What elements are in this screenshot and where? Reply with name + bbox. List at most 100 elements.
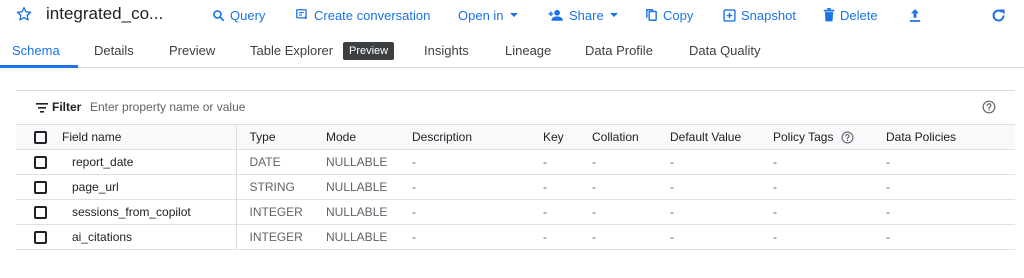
- policy-tags-cell: -: [760, 174, 873, 200]
- collation-cell: -: [579, 174, 657, 200]
- header-key[interactable]: Key: [530, 124, 579, 150]
- trash-icon: [823, 8, 835, 22]
- row-checkbox[interactable]: [34, 181, 47, 195]
- field-name-cell[interactable]: sessions_from_copilot: [62, 199, 237, 225]
- snapshot-button[interactable]: Snapshot: [723, 5, 796, 25]
- row-checkbox-cell: [16, 224, 62, 250]
- table-row: sessions_from_copilot INTEGER NULLABLE -…: [16, 199, 1015, 225]
- copy-button[interactable]: Copy: [645, 5, 693, 25]
- header-mode[interactable]: Mode: [313, 124, 399, 150]
- header-policy-tags-cell: Policy Tags: [760, 124, 873, 150]
- row-checkbox-cell: [16, 174, 62, 200]
- tab-data-quality[interactable]: Data Quality: [689, 43, 761, 58]
- tab-active-indicator: [0, 65, 78, 68]
- header-policy-tags[interactable]: Policy Tags: [773, 130, 833, 144]
- type-cell: STRING: [236, 174, 313, 200]
- policy-tags-cell: -: [760, 224, 873, 250]
- create-conversation-button[interactable]: Create conversation: [295, 5, 430, 25]
- refresh-icon: [992, 8, 1005, 21]
- person-add-icon: [548, 9, 563, 21]
- header-field-name[interactable]: Field name: [62, 124, 237, 150]
- table-row: ai_citations INTEGER NULLABLE - - - - - …: [16, 224, 1015, 250]
- mode-cell: NULLABLE: [313, 224, 399, 250]
- default-value-cell: -: [657, 149, 760, 175]
- mode-cell: NULLABLE: [313, 149, 399, 175]
- share-button[interactable]: Share: [548, 5, 618, 25]
- default-value-cell: -: [657, 174, 760, 200]
- delete-button[interactable]: Delete: [823, 5, 878, 25]
- table-row: page_url STRING NULLABLE - - - - - -: [16, 174, 1015, 200]
- table-title: integrated_co...: [46, 4, 164, 23]
- key-cell: -: [530, 224, 579, 250]
- chat-icon: [296, 9, 308, 20]
- share-label: Share: [569, 7, 604, 23]
- snapshot-label: Snapshot: [741, 7, 796, 23]
- data-policies-cell: -: [873, 199, 1015, 225]
- row-checkbox[interactable]: [34, 156, 47, 170]
- filter-label: Filter: [52, 100, 82, 114]
- collation-cell: -: [579, 199, 657, 225]
- filter-input[interactable]: [90, 96, 590, 118]
- refresh-button[interactable]: [990, 5, 1007, 25]
- delete-label: Delete: [840, 7, 878, 23]
- description-cell: -: [399, 224, 530, 250]
- tab-data-profile[interactable]: Data Profile: [585, 43, 653, 58]
- policy-tags-cell: -: [760, 199, 873, 225]
- data-policies-cell: -: [873, 224, 1015, 250]
- help-icon[interactable]: [982, 100, 996, 114]
- policy-tags-cell: -: [760, 149, 873, 175]
- tab-lineage[interactable]: Lineage: [505, 43, 551, 58]
- star-icon[interactable]: [16, 6, 32, 22]
- header-description[interactable]: Description: [399, 124, 530, 150]
- description-cell: -: [399, 174, 530, 200]
- help-icon[interactable]: [841, 131, 854, 144]
- open-in-label: Open in: [458, 7, 504, 23]
- default-value-cell: -: [657, 199, 760, 225]
- copy-label: Copy: [663, 7, 694, 23]
- row-checkbox[interactable]: [34, 206, 47, 220]
- field-name-cell[interactable]: ai_citations: [62, 224, 237, 250]
- type-cell: INTEGER: [236, 199, 313, 225]
- tab-table-explorer[interactable]: Table Explorer: [250, 43, 333, 58]
- filter-bar: Filter: [16, 90, 1015, 124]
- tab-insights[interactable]: Insights: [424, 43, 469, 58]
- open-in-button[interactable]: Open in: [458, 5, 518, 25]
- search-icon: [213, 9, 225, 21]
- query-button[interactable]: Query: [212, 5, 265, 25]
- header-collation[interactable]: Collation: [579, 124, 657, 150]
- key-cell: -: [530, 174, 579, 200]
- select-all-cell: [16, 124, 62, 150]
- select-all-checkbox[interactable]: [34, 131, 47, 145]
- type-cell: INTEGER: [236, 224, 313, 250]
- chevron-down-icon: [609, 13, 618, 17]
- description-cell: -: [399, 149, 530, 175]
- tab-preview[interactable]: Preview: [169, 43, 215, 58]
- filter-icon: [36, 103, 48, 113]
- type-cell: DATE: [236, 149, 313, 175]
- header-data-policies[interactable]: Data Policies: [873, 124, 1015, 150]
- chevron-down-icon: [509, 13, 518, 17]
- key-cell: -: [530, 199, 579, 225]
- default-value-cell: -: [657, 224, 760, 250]
- mode-cell: NULLABLE: [313, 174, 399, 200]
- field-name-cell[interactable]: page_url: [62, 174, 237, 200]
- upload-button[interactable]: [908, 5, 922, 25]
- header-default-value[interactable]: Default Value: [657, 124, 760, 150]
- table-header-row: Field name Type Mode Description Key Col…: [16, 124, 1015, 150]
- snapshot-icon: [723, 8, 736, 22]
- data-policies-cell: -: [873, 174, 1015, 200]
- copy-icon: [646, 9, 657, 21]
- header-type[interactable]: Type: [236, 124, 313, 150]
- key-cell: -: [530, 149, 579, 175]
- upload-icon: [909, 8, 921, 22]
- tab-details[interactable]: Details: [94, 43, 134, 58]
- row-checkbox-cell: [16, 199, 62, 225]
- table-row: report_date DATE NULLABLE - - - - - -: [16, 149, 1015, 175]
- field-name-cell[interactable]: report_date: [62, 149, 237, 175]
- row-checkbox[interactable]: [34, 231, 47, 245]
- create-conversation-label: Create conversation: [314, 7, 431, 23]
- preview-badge: Preview: [343, 42, 395, 60]
- data-policies-cell: -: [873, 149, 1015, 175]
- tab-schema[interactable]: Schema: [12, 43, 60, 58]
- collation-cell: -: [579, 224, 657, 250]
